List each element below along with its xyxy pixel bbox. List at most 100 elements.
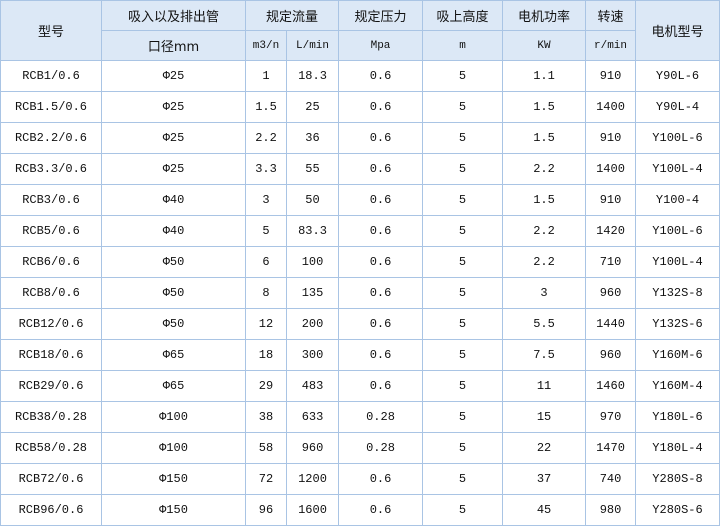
cell-suction-height: 5 xyxy=(422,60,504,92)
cell-pipe-diameter: Φ150 xyxy=(101,494,246,526)
cell-model: RCB72/0.6 xyxy=(0,463,102,495)
cell-pipe-diameter: Φ65 xyxy=(101,339,246,371)
cell-flow-lmin: 83.3 xyxy=(285,215,340,247)
cell-flow-lmin: 100 xyxy=(285,246,340,278)
cell-suction-height: 5 xyxy=(422,153,504,185)
table-body: RCB1/0.6 Φ25 1 18.3 0.6 5 1.1 910 Y90L-6 RCB1.5/0… xyxy=(0,60,720,526)
table-row: RCB18/0.6 Φ65 18 300 0.6 5 7.5 960 Y160M-6 xyxy=(0,339,720,371)
cell-suction-height: 5 xyxy=(422,339,504,371)
cell-pipe-diameter: Φ150 xyxy=(101,463,246,495)
cell-motor-power: 2.2 xyxy=(502,215,587,247)
header-speed: 转速 xyxy=(585,0,637,31)
cell-motor-power: 2.2 xyxy=(502,246,587,278)
cell-model: RCB18/0.6 xyxy=(0,339,102,371)
cell-pressure: 0.6 xyxy=(338,370,424,402)
cell-flow-m3: 5 xyxy=(245,215,287,247)
cell-flow-m3: 3.3 xyxy=(245,153,287,185)
cell-flow-lmin: 633 xyxy=(285,401,340,433)
cell-pressure: 0.6 xyxy=(338,91,424,123)
cell-suction-height: 5 xyxy=(422,308,504,340)
cell-motor-power: 1.5 xyxy=(502,91,587,123)
cell-motor-model: Y180L-6 xyxy=(635,401,720,433)
cell-speed: 970 xyxy=(585,401,637,433)
cell-suction-height: 5 xyxy=(422,277,504,309)
cell-motor-power: 22 xyxy=(502,432,587,464)
table-row: RCB12/0.6 Φ50 12 200 0.6 5 5.5 1440 Y132S-6 xyxy=(0,308,720,340)
cell-motor-power: 1.1 xyxy=(502,60,587,92)
cell-motor-model: Y160M-4 xyxy=(635,370,720,402)
cell-flow-lmin: 55 xyxy=(285,153,340,185)
header-power: 电机功率 xyxy=(502,0,587,31)
header-flow-unit-m3: m3/n xyxy=(245,30,287,61)
cell-pipe-diameter: Φ25 xyxy=(101,60,246,92)
cell-motor-power: 15 xyxy=(502,401,587,433)
cell-suction-height: 5 xyxy=(422,432,504,464)
cell-model: RCB5/0.6 xyxy=(0,215,102,247)
header-pressure-unit: Mpa xyxy=(338,30,424,61)
header-flow: 规定流量 xyxy=(244,0,340,31)
cell-flow-lmin: 960 xyxy=(285,432,340,464)
cell-flow-lmin: 50 xyxy=(285,184,340,216)
cell-flow-m3: 3 xyxy=(245,184,287,216)
cell-speed: 1460 xyxy=(585,370,637,402)
cell-model: RCB6/0.6 xyxy=(0,246,102,278)
cell-flow-m3: 18 xyxy=(245,339,287,371)
cell-suction-height: 5 xyxy=(422,246,504,278)
cell-speed: 740 xyxy=(585,463,637,495)
cell-pressure: 0.6 xyxy=(338,122,424,154)
cell-model: RCB38/0.28 xyxy=(0,401,102,433)
cell-motor-model: Y100-4 xyxy=(635,184,720,216)
cell-motor-model: Y90L-4 xyxy=(635,91,720,123)
cell-model: RCB29/0.6 xyxy=(0,370,102,402)
cell-speed: 710 xyxy=(585,246,637,278)
cell-pressure: 0.28 xyxy=(338,401,424,433)
header-pipe-bottom: 口径mm xyxy=(101,30,246,61)
table-row: RCB72/0.6 Φ150 72 1200 0.6 5 37 740 Y280S-8 xyxy=(0,463,720,495)
cell-motor-power: 11 xyxy=(502,370,587,402)
cell-flow-m3: 2.2 xyxy=(245,122,287,154)
cell-pressure: 0.6 xyxy=(338,60,424,92)
cell-motor-model: Y100L-6 xyxy=(635,122,720,154)
cell-flow-m3: 1.5 xyxy=(245,91,287,123)
cell-motor-power: 45 xyxy=(502,494,587,526)
cell-pipe-diameter: Φ25 xyxy=(101,91,246,123)
cell-suction-height: 5 xyxy=(422,370,504,402)
cell-pressure: 0.6 xyxy=(338,246,424,278)
cell-pressure: 0.6 xyxy=(338,184,424,216)
table-header: 型号 吸入以及排出管 规定流量 规定压力 吸上高度 电机功率 转速 电机型号 口… xyxy=(0,0,720,61)
cell-flow-lmin: 36 xyxy=(285,122,340,154)
cell-pressure: 0.6 xyxy=(338,277,424,309)
header-model: 型号 xyxy=(0,0,102,61)
cell-pipe-diameter: Φ40 xyxy=(101,215,246,247)
table-row: RCB96/0.6 Φ150 96 1600 0.6 5 45 980 Y280S-6 xyxy=(0,494,720,526)
cell-motor-model: Y100L-6 xyxy=(635,215,720,247)
table-row: RCB58/0.28 Φ100 58 960 0.28 5 22 1470 Y180L-4 xyxy=(0,432,720,464)
header-motor: 电机型号 xyxy=(635,0,720,61)
cell-speed: 910 xyxy=(585,122,637,154)
cell-flow-m3: 38 xyxy=(245,401,287,433)
cell-speed: 1440 xyxy=(585,308,637,340)
table-row: RCB29/0.6 Φ65 29 483 0.6 5 11 1460 Y160M-4 xyxy=(0,370,720,402)
cell-suction-height: 5 xyxy=(422,122,504,154)
cell-motor-model: Y280S-8 xyxy=(635,463,720,495)
cell-pipe-diameter: Φ50 xyxy=(101,246,246,278)
cell-pressure: 0.28 xyxy=(338,432,424,464)
cell-speed: 910 xyxy=(585,184,637,216)
cell-speed: 960 xyxy=(585,339,637,371)
cell-model: RCB1/0.6 xyxy=(0,60,102,92)
cell-flow-m3: 8 xyxy=(245,277,287,309)
cell-motor-power: 2.2 xyxy=(502,153,587,185)
cell-motor-power: 3 xyxy=(502,277,587,309)
cell-pressure: 0.6 xyxy=(338,308,424,340)
cell-pipe-diameter: Φ50 xyxy=(101,277,246,309)
cell-motor-model: Y160M-6 xyxy=(635,339,720,371)
cell-speed: 910 xyxy=(585,60,637,92)
cell-speed: 1400 xyxy=(585,91,637,123)
cell-flow-lmin: 483 xyxy=(285,370,340,402)
cell-flow-m3: 29 xyxy=(245,370,287,402)
cell-motor-model: Y132S-6 xyxy=(635,308,720,340)
cell-flow-lmin: 25 xyxy=(285,91,340,123)
cell-pipe-diameter: Φ40 xyxy=(101,184,246,216)
header-power-unit: KW xyxy=(502,30,587,61)
cell-model: RCB1.5/0.6 xyxy=(0,91,102,123)
